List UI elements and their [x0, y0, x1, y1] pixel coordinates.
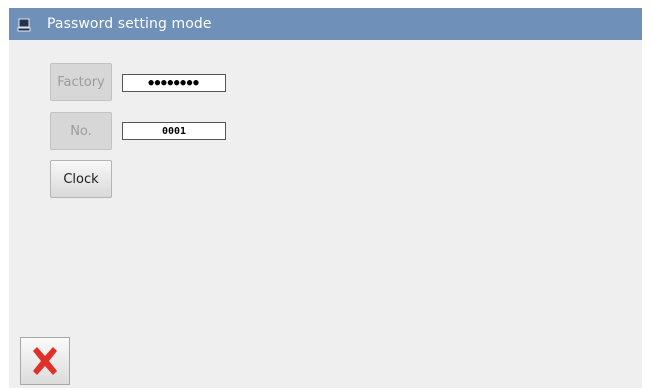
- factory-password-field[interactable]: ●●●●●●●●: [122, 74, 226, 92]
- password-setting-window: Password setting mode Factory ●●●●●●●● N…: [9, 8, 642, 388]
- close-button[interactable]: [20, 337, 70, 385]
- number-field[interactable]: 0001: [122, 122, 226, 140]
- computer-icon: [17, 17, 31, 32]
- close-icon: [33, 347, 57, 375]
- title-bar: Password setting mode: [9, 8, 642, 40]
- window-title: Password setting mode: [47, 16, 212, 32]
- number-button[interactable]: No.: [50, 112, 112, 150]
- clock-button[interactable]: Clock: [50, 160, 112, 198]
- factory-button[interactable]: Factory: [50, 63, 112, 101]
